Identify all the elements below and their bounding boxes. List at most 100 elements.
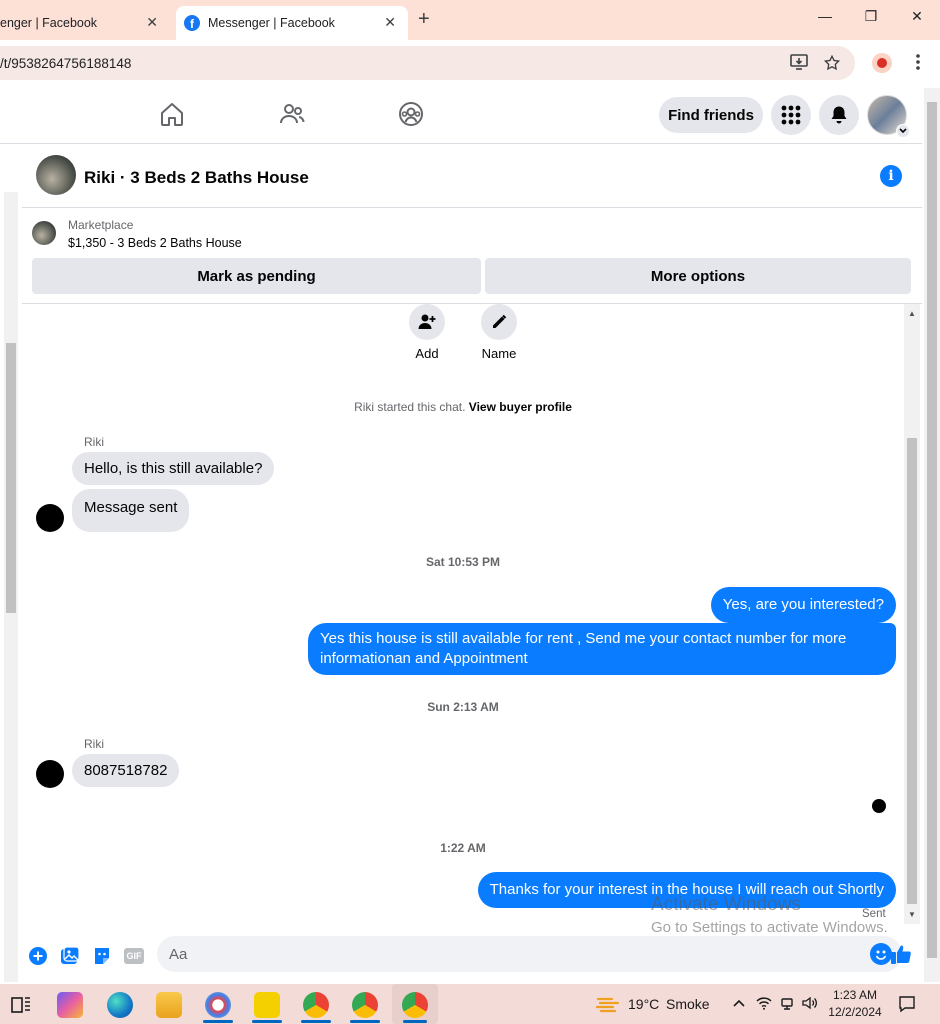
scroll-up-arrow[interactable]: ▲ (904, 309, 920, 318)
riki-avatar[interactable] (36, 760, 64, 788)
url-omnibox[interactable]: /t/9538264756188148 (0, 46, 855, 80)
marketplace-label: Marketplace (68, 218, 134, 232)
window-close-button[interactable]: ✕ (902, 8, 932, 25)
sticker-icon[interactable] (91, 945, 113, 967)
network-icon[interactable] (780, 996, 794, 1015)
edge-icon[interactable] (107, 992, 133, 1018)
listing-thumbnail[interactable] (32, 221, 56, 245)
page-scrollbar-thumb[interactable] (927, 102, 937, 958)
task-view-icon[interactable] (8, 992, 34, 1018)
copilot-icon[interactable] (57, 992, 83, 1018)
sender-name: Riki (84, 435, 104, 449)
plus-icon[interactable] (27, 945, 49, 967)
weather-smoke-icon[interactable] (595, 994, 620, 1014)
facebook-favicon-icon: f (184, 15, 200, 31)
thread-scrollbar-thumb[interactable] (907, 438, 917, 904)
chrome-profile-active-indicator (350, 1020, 380, 1023)
message-thread: Add Name Riki started this chat. View bu… (22, 304, 904, 934)
message-input[interactable]: Aa (157, 936, 902, 972)
weather-description[interactable]: Smoke (666, 996, 710, 1012)
paint-active-indicator (203, 1020, 233, 1023)
seen-indicator (872, 799, 886, 813)
profile-icon[interactable] (872, 53, 892, 73)
message-bubble-incoming[interactable]: 8087518782 (72, 754, 180, 787)
chrome-profile-icon[interactable] (352, 992, 378, 1018)
url-text: /t/9538264756188148 (0, 55, 132, 71)
listing-avatar[interactable] (36, 155, 76, 195)
file-explorer-icon[interactable] (156, 992, 182, 1018)
weather-temp[interactable]: 19°C (628, 996, 659, 1012)
chrome-a-active-indicator (301, 1020, 331, 1023)
tab-inactive[interactable]: enger | Facebook ✕ (0, 6, 170, 40)
mark-as-pending-button[interactable]: Mark as pending (32, 258, 481, 294)
tab-title: enger | Facebook (0, 16, 98, 30)
facebook-top-nav: Find friends (0, 86, 922, 144)
show-hidden-icons-chevron-icon[interactable] (732, 996, 746, 1015)
tab-close-icon[interactable]: ✕ (384, 14, 396, 31)
gif-icon[interactable]: GIF (123, 945, 145, 967)
activate-windows-subtitle: Go to Settings to activate Windows. (651, 919, 888, 936)
kebab-menu-icon[interactable] (908, 54, 928, 75)
add-person-icon[interactable] (409, 304, 445, 340)
chrome-a-icon[interactable] (303, 992, 329, 1018)
tab-close-icon[interactable]: ✕ (146, 14, 158, 31)
like-thumb-icon[interactable] (890, 943, 912, 965)
message-bubble-outgoing[interactable]: Yes, are you interested? (710, 587, 896, 623)
listing-price-title[interactable]: $1,350 - 3 Beds 2 Baths House (68, 236, 242, 250)
timestamp: Sat 10:53 PM (425, 555, 501, 569)
more-options-button[interactable]: More options (485, 258, 911, 294)
chat-header: Riki · 3 Beds 2 Baths House i (22, 144, 922, 208)
star-icon[interactable] (822, 54, 842, 77)
restore-button[interactable]: ❐ (856, 8, 886, 25)
notifications-bell-icon[interactable] (819, 95, 859, 135)
tab-messenger[interactable]: f Messenger | Facebook ✕ (176, 6, 408, 40)
emoji-icon[interactable] (870, 943, 892, 965)
scroll-down-arrow[interactable]: ▼ (904, 910, 920, 919)
message-composer: GIF Aa (22, 934, 922, 984)
chat-title[interactable]: Riki · 3 Beds 2 Baths House (84, 168, 309, 188)
view-buyer-profile-link[interactable]: View buyer profile (469, 400, 572, 414)
home-icon[interactable] (158, 100, 186, 128)
pencil-icon[interactable] (481, 304, 517, 340)
address-bar-row: /t/9538264756188148 (0, 40, 940, 86)
sticky-active-indicator (252, 1020, 282, 1023)
browser-tab-bar: enger | Facebook ✕ f Messenger | Faceboo… (0, 0, 940, 40)
chat-started-notice: Riki started this chat. View buyer profi… (354, 400, 572, 414)
minimize-button[interactable]: — (810, 8, 840, 24)
info-icon[interactable]: i (880, 165, 902, 187)
left-scrollbar-thumb[interactable] (6, 343, 16, 613)
name-label: Name (481, 346, 517, 361)
message-bubble-incoming[interactable]: Hello, is this still available? (72, 452, 275, 485)
clock-time[interactable]: 1:23 AM (820, 988, 890, 1002)
photo-icon[interactable] (59, 945, 81, 967)
groups-icon[interactable] (397, 100, 425, 128)
chrome-active-indicator (403, 1020, 427, 1023)
sticky-notes-icon[interactable] (254, 992, 280, 1018)
chrome-active-icon[interactable] (402, 992, 428, 1018)
add-label: Add (415, 346, 439, 361)
wifi-icon[interactable] (756, 996, 772, 1015)
volume-icon[interactable] (802, 996, 818, 1015)
chevron-down-icon[interactable] (896, 124, 910, 138)
account-avatar[interactable] (867, 95, 910, 138)
add-action[interactable]: Add (397, 304, 457, 361)
message-bubble-outgoing[interactable]: Yes this house is still available for re… (308, 623, 896, 675)
timestamp: Sun 2:13 AM (427, 700, 499, 714)
message-input-placeholder: Aa (169, 945, 188, 963)
sender-name: Riki (84, 737, 104, 751)
find-friends-button[interactable]: Find friends (659, 97, 763, 133)
name-action[interactable]: Name (469, 304, 529, 361)
riki-avatar[interactable] (36, 504, 64, 532)
notification-center-icon[interactable] (898, 995, 916, 1018)
new-tab-button[interactable]: + (418, 8, 430, 31)
install-app-icon[interactable] (789, 54, 809, 75)
tab-title: Messenger | Facebook (208, 16, 335, 30)
friends-icon[interactable] (278, 100, 306, 128)
timestamp: 1:22 AM (440, 841, 486, 855)
marketplace-listing-bar: Marketplace $1,350 - 3 Beds 2 Baths Hous… (22, 208, 922, 304)
menu-grid-icon[interactable] (771, 95, 811, 135)
paint-icon[interactable] (205, 992, 231, 1018)
windows-taskbar: 19°C Smoke 1:23 AM 12/2/2024 (0, 984, 940, 1024)
clock-date[interactable]: 12/2/2024 (820, 1005, 890, 1019)
message-bubble-incoming[interactable]: Message sent (72, 489, 190, 532)
